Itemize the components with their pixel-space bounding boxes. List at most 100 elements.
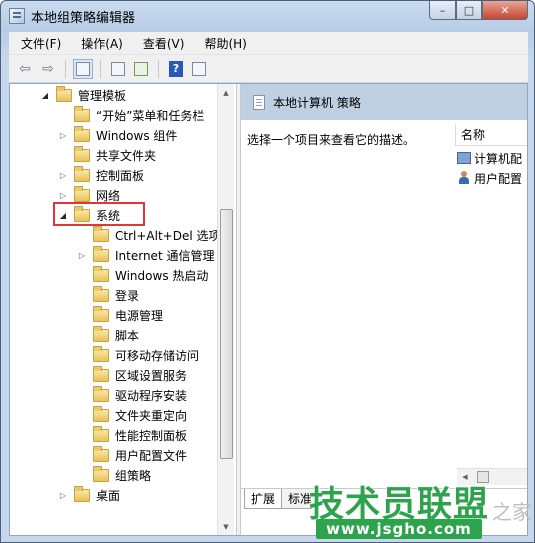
tree-item-windows-hotstart[interactable]: Windows 热启动 (77, 265, 208, 285)
tree-item-label: Internet 通信管理 (115, 248, 215, 263)
title-bar[interactable]: 本地组策略编辑器 – □ ✕ (1, 1, 534, 31)
folder-icon (93, 385, 109, 402)
tree-item-locale-services[interactable]: 区域设置服务 (77, 365, 187, 385)
forward-arrow-icon[interactable]: ⇨ (38, 59, 58, 79)
tree-item-driver-install[interactable]: 驱动程序安装 (77, 385, 187, 405)
list-item-user-config[interactable]: 用户配置 (457, 168, 522, 188)
view-icon[interactable] (189, 59, 209, 79)
collapsed-arrow-icon[interactable]: ▷ (58, 191, 68, 200)
folder-icon (93, 325, 109, 342)
toolbar-separator (158, 59, 159, 78)
tree-item-label: 区域设置服务 (115, 368, 188, 383)
tree-item-label: “开始”菜单和任务栏 (96, 108, 205, 123)
tree-vertical-scrollbar[interactable]: ▲ ▼ (217, 84, 234, 535)
tree-item-windows-components[interactable]: ▷ Windows 组件 (58, 125, 177, 145)
detail-header: 本地计算机 策略 (241, 84, 527, 120)
folder-icon (74, 485, 90, 502)
tree-item-label: 网络 (96, 188, 121, 203)
folder-icon (74, 145, 90, 162)
tree-item-label: 脚本 (115, 328, 140, 343)
tree-item-label: Ctrl+Alt+Del 选项 (115, 228, 221, 243)
tree-item-label: 电源管理 (115, 308, 164, 323)
tree-item-label: 可移动存储访问 (115, 348, 200, 363)
watermark-extra: 之家 (492, 500, 532, 524)
toolbar-separator (65, 59, 66, 78)
tree-item-ctrl-alt-del[interactable]: Ctrl+Alt+Del 选项 (77, 225, 220, 245)
computer-icon (457, 152, 471, 164)
tree-item-internet-comm[interactable]: ▷ Internet 通信管理 (77, 245, 214, 265)
folder-icon (74, 165, 90, 182)
tree-item-admin-templates[interactable]: ◢ 管理模板 (40, 85, 126, 105)
folder-icon (74, 105, 90, 122)
tree-item-label: 管理模板 (78, 88, 127, 103)
scroll-down-arrow-icon[interactable]: ▼ (218, 518, 234, 535)
red-highlight-annotation (53, 202, 145, 226)
app-icon (9, 8, 25, 24)
scrollbar-thumb[interactable] (220, 209, 233, 459)
description-text: 选择一个项目来查看它的描述。 (247, 133, 416, 147)
close-button[interactable]: ✕ (482, 1, 528, 20)
folder-icon (93, 305, 109, 322)
show-hide-tree-icon[interactable] (73, 58, 93, 79)
tree-item-label: 文件夹重定向 (115, 408, 188, 423)
toolbar-separator (100, 59, 101, 78)
user-icon (457, 171, 471, 185)
menu-action[interactable]: 操作(A) (69, 35, 131, 52)
tree-item-control-panel[interactable]: ▷ 控制面板 (58, 165, 144, 185)
folder-icon (93, 365, 109, 382)
collapsed-arrow-icon[interactable]: ▷ (58, 491, 68, 500)
group-policy-editor-window: 本地组策略编辑器 – □ ✕ 文件(F) 操作(A) 查看(V) 帮助(H) ⇦… (0, 0, 535, 543)
minimize-button[interactable]: – (429, 1, 456, 20)
column-header-name[interactable]: 名称 (455, 124, 527, 146)
folder-icon (93, 285, 109, 302)
back-arrow-icon[interactable]: ⇦ (15, 59, 35, 79)
content-area: ◢ 管理模板 “开始”菜单和任务栏 ▷ Windows 组件 共享文件夹 ▷ 控… (9, 83, 528, 536)
properties-icon[interactable] (108, 59, 128, 79)
list-item-computer-config[interactable]: 计算机配 (457, 148, 522, 168)
help-icon[interactable]: ? (166, 59, 186, 79)
folder-icon (93, 345, 109, 362)
tree-item-performance[interactable]: 性能控制面板 (77, 425, 187, 445)
menu-view[interactable]: 查看(V) (131, 35, 193, 52)
tree-item-label: 组策略 (115, 468, 152, 483)
tree-item-power[interactable]: 电源管理 (77, 305, 163, 325)
scroll-up-arrow-icon[interactable]: ▲ (218, 84, 234, 101)
tree-item-label: 驱动程序安装 (115, 388, 188, 403)
tree-pane: ◢ 管理模板 “开始”菜单和任务栏 ▷ Windows 组件 共享文件夹 ▷ 控… (10, 84, 236, 535)
tree-item-folder-redirection[interactable]: 文件夹重定向 (77, 405, 187, 425)
window-title: 本地组策略编辑器 (31, 11, 136, 26)
tree-item-label: 控制面板 (96, 168, 145, 183)
maximize-button[interactable]: □ (456, 1, 482, 20)
window-controls: – □ ✕ (429, 1, 528, 21)
tree-item-label: 桌面 (96, 488, 121, 503)
tree-item-user-profiles[interactable]: 用户配置文件 (77, 445, 187, 465)
collapsed-arrow-icon[interactable]: ▷ (58, 171, 68, 180)
export-list-icon[interactable] (131, 59, 151, 79)
watermark-url: www.jsgho.com (316, 519, 482, 539)
tree-item-group-policy[interactable]: 组策略 (77, 465, 151, 485)
tree-item-label: 用户配置文件 (115, 448, 188, 463)
folder-icon (93, 465, 109, 482)
detail-pane: 本地计算机 策略 选择一个项目来查看它的描述。 名称 计算机配 用户配置 ◀ 扩… (241, 84, 527, 535)
list-item-label: 用户配置 (474, 171, 523, 186)
tree-item-desktop[interactable]: ▷ 桌面 (58, 485, 120, 505)
folder-icon (74, 125, 90, 142)
tree-item-scripts[interactable]: 脚本 (77, 325, 139, 345)
tree-item-start-menu[interactable]: “开始”菜单和任务栏 (58, 105, 204, 125)
menu-help[interactable]: 帮助(H) (192, 35, 254, 52)
folder-icon (93, 445, 109, 462)
collapsed-arrow-icon[interactable]: ▷ (77, 251, 87, 260)
folder-icon (93, 425, 109, 442)
menu-file[interactable]: 文件(F) (9, 35, 69, 52)
watermark-brand: 技术员联盟 (309, 485, 490, 525)
tree-item-shared-folders[interactable]: 共享文件夹 (58, 145, 156, 165)
toolbar: ⇦ ⇨ ? (9, 54, 528, 82)
tree-item-label: 共享文件夹 (96, 148, 157, 163)
policy-document-icon (253, 94, 265, 110)
tree-item-logon[interactable]: 登录 (77, 285, 139, 305)
menu-bar: 文件(F) 操作(A) 查看(V) 帮助(H) (9, 32, 528, 54)
expanded-arrow-icon[interactable]: ◢ (40, 91, 50, 100)
tab-extended[interactable]: 扩展 (244, 489, 283, 509)
tree-item-removable-storage[interactable]: 可移动存储访问 (77, 345, 199, 365)
collapsed-arrow-icon[interactable]: ▷ (58, 131, 68, 140)
